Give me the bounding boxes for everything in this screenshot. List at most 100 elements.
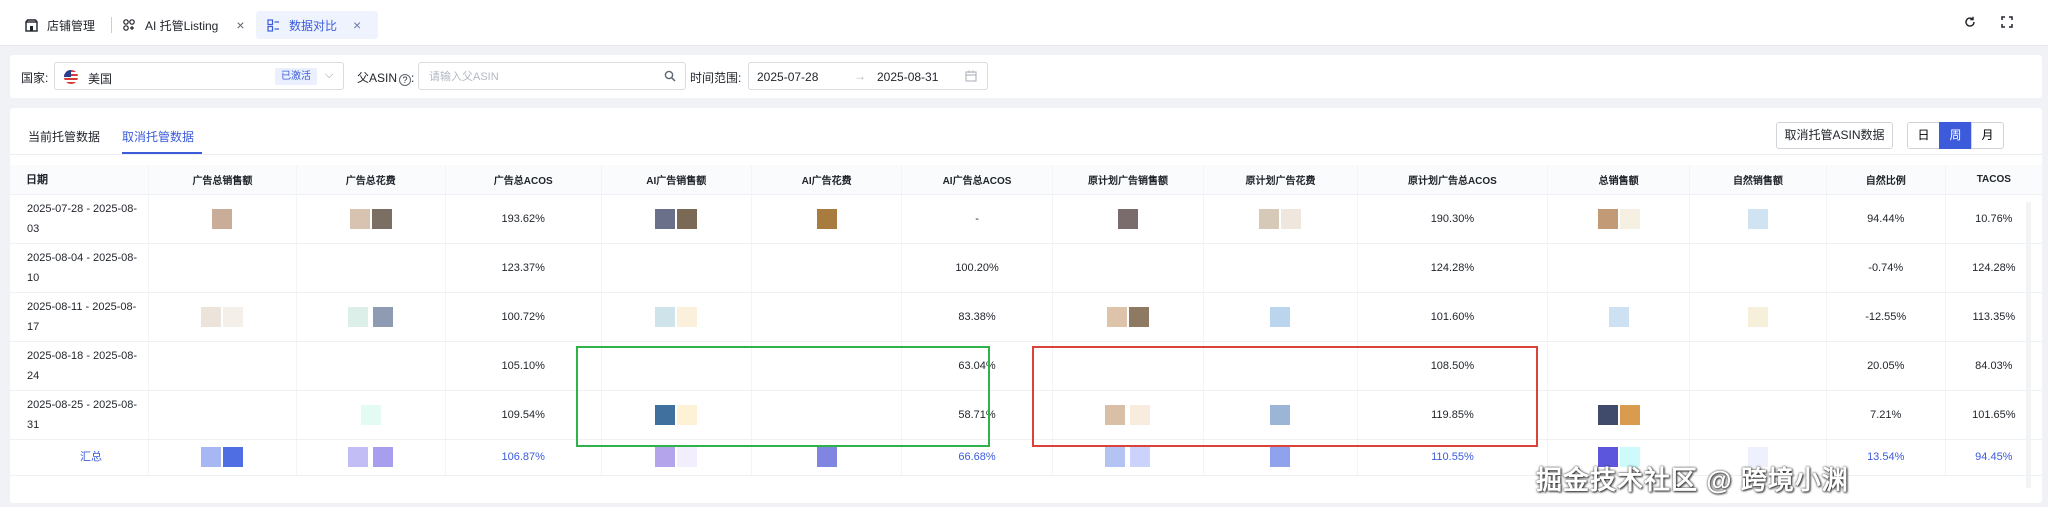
country-label: 国家: bbox=[21, 71, 49, 85]
redacted-cell bbox=[1689, 194, 1827, 244]
redacted-block bbox=[1270, 306, 1291, 327]
redacted-cell bbox=[148, 292, 297, 342]
redacted-cell bbox=[1547, 243, 1690, 293]
date-range-text: 03 bbox=[27, 222, 40, 235]
column-header[interactable]: 日期 bbox=[10, 165, 149, 195]
redacted-block bbox=[677, 306, 698, 327]
acos-cell: 100.72% bbox=[444, 292, 602, 342]
redacted-block bbox=[1619, 404, 1640, 425]
tab-label: 店铺管理 bbox=[47, 18, 96, 33]
refresh-icon[interactable] bbox=[1960, 12, 1980, 32]
redacted-block bbox=[816, 447, 837, 467]
acos-cell: 83.38% bbox=[901, 292, 1053, 342]
redacted-block bbox=[1747, 208, 1768, 229]
redacted-block bbox=[373, 306, 394, 327]
redacted-block bbox=[1281, 208, 1302, 229]
table-row: 2025-08-25 - 2025-08- 31 109.54% 58.71% 1… bbox=[10, 390, 2042, 440]
acos-cell: 190.30% bbox=[1356, 194, 1548, 244]
column-header[interactable]: AI广告总ACOS bbox=[901, 165, 1053, 195]
redacted-block bbox=[1117, 208, 1138, 229]
redacted-block bbox=[655, 208, 676, 229]
column-header[interactable]: 广告总销售额 bbox=[148, 165, 297, 195]
search-icon[interactable] bbox=[664, 70, 676, 82]
redacted-block bbox=[360, 404, 381, 425]
tab-bar: 店铺管理 AI 托管Listing × 数据对比 × bbox=[0, 0, 2048, 46]
redacted-block bbox=[1128, 306, 1149, 327]
arrow-right-icon: → bbox=[854, 69, 866, 83]
ai-acos-highlight-box bbox=[576, 346, 990, 447]
chevron-down-icon: ⌵ bbox=[325, 69, 334, 81]
ai-listing-icon bbox=[122, 18, 136, 32]
acos-cell: 193.62% bbox=[444, 194, 602, 244]
cancel-asin-data-button[interactable]: 取消托管ASIN数据 bbox=[1776, 122, 1893, 149]
filter-bar: 国家: 美国 已激活 ⌵ 父ASIN?: 时间范围: 2025-07-28 → … bbox=[10, 55, 2042, 98]
redacted-block bbox=[1597, 208, 1618, 229]
tab-data-compare[interactable]: 数据对比 × bbox=[256, 11, 378, 39]
fullscreen-icon[interactable] bbox=[1997, 12, 2017, 32]
tab-label: AI 托管Listing bbox=[145, 18, 219, 33]
date-cell: 2025-08-25 - 2025-08- 31 bbox=[10, 390, 149, 440]
redacted-block bbox=[201, 447, 222, 467]
date-cell: 2025-07-28 - 2025-08- 03 bbox=[10, 194, 149, 244]
column-header[interactable]: AI广告花费 bbox=[750, 165, 902, 195]
date-range-text: 2025-08-18 - 2025-08- bbox=[27, 349, 138, 362]
redacted-block bbox=[1597, 404, 1618, 425]
country-value: 美国 bbox=[88, 72, 113, 86]
table-row: 2025-08-04 - 2025-08- 10 123.37% 100.20% … bbox=[10, 243, 2042, 293]
asin-search-input[interactable] bbox=[429, 68, 649, 85]
subtab-cancelled-data[interactable]: 取消托管数据 bbox=[122, 128, 194, 145]
column-header[interactable]: 自然比例 bbox=[1825, 165, 1946, 195]
redacted-cell bbox=[1051, 292, 1204, 342]
redacted-cell bbox=[148, 243, 297, 293]
column-header[interactable]: 广告总花费 bbox=[295, 165, 446, 195]
redacted-block bbox=[349, 208, 370, 229]
tab-ai-listing[interactable]: AI 托管Listing × bbox=[122, 11, 245, 39]
subtab-current-data[interactable]: 当前托管数据 bbox=[28, 128, 100, 145]
country-select[interactable]: 美国 已激活 ⌵ bbox=[54, 62, 344, 90]
column-header[interactable]: 广告总ACOS bbox=[444, 165, 602, 195]
redacted-cell bbox=[600, 194, 752, 244]
table-header-row: 日期 广告总销售额 广告总花费 广告总ACOS AI广告销售额 AI广告花费 A… bbox=[10, 165, 2042, 195]
date-end[interactable]: 2025-08-31 bbox=[877, 70, 938, 84]
redacted-cell bbox=[1547, 292, 1690, 342]
redacted-cell bbox=[148, 439, 297, 476]
ratio-cell: 20.05% bbox=[1825, 341, 1946, 391]
scrollbar[interactable] bbox=[2026, 202, 2031, 488]
table-row: 2025-08-11 - 2025-08- 17 100.72% 83.38% 1… bbox=[10, 292, 2042, 342]
column-header[interactable]: AI广告销售额 bbox=[600, 165, 752, 195]
date-range-text: 2025-08-25 - 2025-08- bbox=[27, 398, 138, 411]
column-header[interactable]: 原计划广告总ACOS bbox=[1356, 165, 1548, 195]
column-header[interactable]: TACOS bbox=[1944, 165, 2042, 195]
redacted-cell bbox=[148, 390, 297, 440]
store-icon bbox=[24, 18, 38, 32]
redacted-block bbox=[1105, 447, 1126, 467]
ratio-cell: 94.44% bbox=[1825, 194, 1946, 244]
us-flag-icon bbox=[64, 70, 78, 84]
date-range-picker[interactable]: 2025-07-28 → 2025-08-31 bbox=[748, 62, 988, 90]
redacted-block bbox=[373, 447, 394, 467]
tab-store-management[interactable]: 店铺管理 bbox=[24, 11, 95, 39]
redacted-block bbox=[655, 447, 676, 467]
data-panel: 当前托管数据 取消托管数据 取消托管ASIN数据 日 周 月 日期 广告总销售额… bbox=[10, 108, 2042, 503]
redacted-block bbox=[348, 306, 369, 327]
redacted-block bbox=[1747, 306, 1768, 327]
help-icon[interactable]: ? bbox=[399, 74, 412, 86]
watermark-text: 掘金技术社区 @ 跨境小渊 bbox=[1536, 465, 1849, 495]
date-range-text: 2025-08-11 - 2025-08- bbox=[27, 300, 137, 313]
date-start[interactable]: 2025-07-28 bbox=[757, 70, 818, 84]
column-header[interactable]: 自然销售额 bbox=[1689, 165, 1827, 195]
date-cell: 2025-08-04 - 2025-08- 10 bbox=[10, 243, 149, 293]
close-icon[interactable]: × bbox=[236, 17, 244, 33]
close-icon[interactable]: × bbox=[353, 17, 361, 33]
period-week-button[interactable]: 周 bbox=[1939, 122, 1972, 149]
redacted-block bbox=[371, 208, 392, 229]
date-range-text: 31 bbox=[27, 418, 40, 431]
table-row: 2025-07-28 - 2025-08- 03 193.62% - 190.30… bbox=[10, 194, 2042, 244]
comparison-table: 日期 广告总销售额 广告总花费 广告总ACOS AI广告销售额 AI广告花费 A… bbox=[10, 165, 2042, 476]
period-day-button[interactable]: 日 bbox=[1907, 122, 1940, 149]
column-header[interactable]: 总销售额 bbox=[1547, 165, 1690, 195]
column-header[interactable]: 原计划广告花费 bbox=[1203, 165, 1358, 195]
date-range-label: 时间范围: bbox=[690, 71, 742, 85]
period-month-button[interactable]: 月 bbox=[1971, 122, 2004, 149]
column-header[interactable]: 原计划广告销售额 bbox=[1051, 165, 1204, 195]
